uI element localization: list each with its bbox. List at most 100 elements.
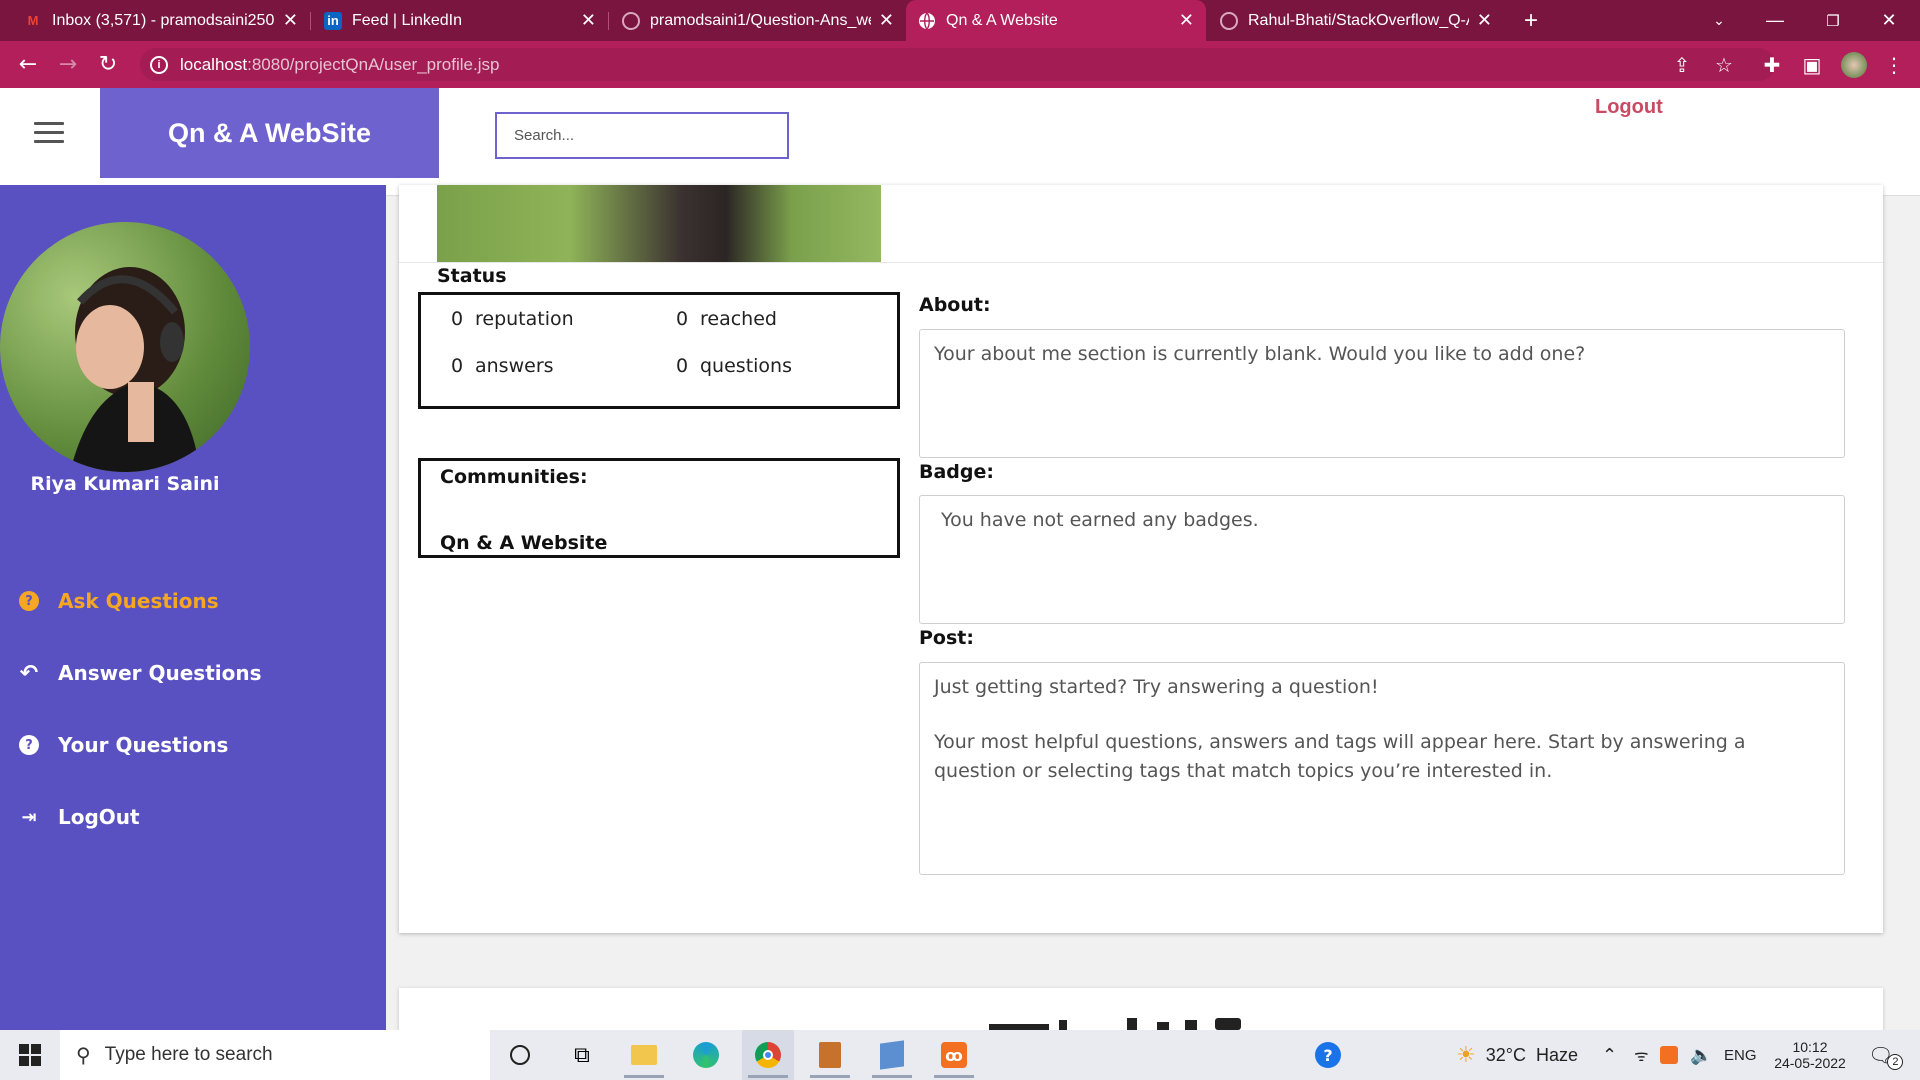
logout-link[interactable]: Logout bbox=[1595, 96, 1663, 119]
post-line-1: Just getting started? Try answering a qu… bbox=[934, 676, 1379, 698]
stat-value: 0 bbox=[676, 308, 689, 330]
language-indicator[interactable]: ENG bbox=[1724, 1030, 1757, 1080]
post-textbox[interactable]: Just getting started? Try answering a qu… bbox=[919, 662, 1845, 875]
bookmark-star-icon[interactable]: ☆ bbox=[1706, 41, 1742, 88]
sidebar-item-logout[interactable]: ⇥ LogOut bbox=[18, 805, 140, 829]
sidebar-item-label: Your Questions bbox=[58, 733, 229, 757]
sign-out-icon: ⇥ bbox=[21, 806, 37, 828]
github-icon bbox=[622, 11, 640, 30]
weather-widget[interactable]: ☀ 32°C Haze bbox=[1456, 1030, 1578, 1080]
browser-menu-icon[interactable]: ⋮ bbox=[1876, 41, 1912, 88]
clock-time: 10:12 bbox=[1792, 1039, 1828, 1055]
profile-avatar[interactable] bbox=[1836, 41, 1872, 88]
taskbar-search-placeholder: Type here to search bbox=[104, 1044, 273, 1065]
weather-text: 32°C Haze bbox=[1485, 1044, 1578, 1065]
sidebar-item-label: LogOut bbox=[58, 805, 140, 829]
url-host: localhost bbox=[180, 54, 248, 74]
linkedin-icon: in bbox=[324, 11, 342, 30]
close-icon[interactable]: ✕ bbox=[581, 10, 596, 31]
taskbar-search[interactable]: ⚲ Type here to search bbox=[60, 1030, 490, 1080]
clock-date: 24-05-2022 bbox=[1774, 1055, 1846, 1071]
tab-github-stackoverflow[interactable]: Rahul-Bhati/StackOverflow_Q-A_ ✕ bbox=[1208, 0, 1504, 41]
post-title: Post: bbox=[919, 627, 974, 649]
site-brand[interactable]: Qn & A WebSite bbox=[100, 88, 439, 178]
badge-title: Badge: bbox=[919, 461, 994, 483]
back-button[interactable]: ← bbox=[8, 41, 48, 88]
xampp-icon[interactable]: ꝏ bbox=[928, 1030, 980, 1080]
chrome-icon[interactable] bbox=[742, 1030, 794, 1080]
help-icon[interactable]: ? bbox=[1302, 1030, 1354, 1080]
community-item[interactable]: Qn & A Website bbox=[440, 532, 607, 554]
windows-start-icon[interactable] bbox=[0, 1030, 60, 1080]
tab-label: Feed | LinkedIn bbox=[352, 11, 463, 29]
notification-center[interactable]: 🗨 2 bbox=[1868, 1030, 1904, 1080]
communities-title: Communities: bbox=[440, 466, 588, 488]
close-icon[interactable]: ✕ bbox=[879, 10, 894, 31]
stat-label: questions bbox=[700, 355, 792, 377]
stat-label: reputation bbox=[475, 308, 574, 330]
sidebar-item-label: Answer Questions bbox=[58, 661, 262, 685]
search-input[interactable] bbox=[495, 112, 789, 159]
tab-label: Rahul-Bhati/StackOverflow_Q-A_ bbox=[1248, 11, 1469, 29]
share-icon[interactable]: ⇪ bbox=[1664, 41, 1700, 88]
tab-gmail[interactable]: M Inbox (3,571) - pramodsaini2506 ✕ bbox=[12, 0, 310, 41]
file-explorer-icon[interactable] bbox=[618, 1030, 670, 1080]
sidebar-item-your-questions[interactable]: ? Your Questions bbox=[18, 733, 228, 757]
extensions-icon[interactable]: ✚ bbox=[1754, 41, 1790, 88]
globe-icon bbox=[918, 12, 936, 30]
sidebar-item-ask-questions[interactable]: ? Ask Questions bbox=[18, 589, 219, 613]
edge-icon[interactable] bbox=[680, 1030, 732, 1080]
hamburger-menu-icon[interactable] bbox=[34, 122, 64, 146]
document-app-icon[interactable] bbox=[804, 1030, 856, 1080]
url-path: :8080/projectQnA/user_profile.jsp bbox=[247, 54, 500, 74]
status-box: 0 reputation 0 reached 0 answers 0 quest… bbox=[418, 292, 900, 409]
volume-icon[interactable]: 🔈 bbox=[1690, 1030, 1712, 1080]
browser-toolbar: ← → ↻ i localhost:8080/projectQnA/user_p… bbox=[0, 41, 1920, 88]
forward-button[interactable]: → bbox=[48, 41, 88, 88]
footer-card bbox=[399, 988, 1883, 1030]
stat-label: reached bbox=[700, 308, 777, 330]
close-icon[interactable]: ✕ bbox=[1179, 10, 1194, 31]
communities-box: Communities: Qn & A Website bbox=[418, 458, 900, 558]
search-icon: ⚲ bbox=[76, 1044, 91, 1067]
xampp-tray-icon[interactable] bbox=[1660, 1030, 1678, 1080]
side-panel-icon[interactable]: ▣ bbox=[1794, 41, 1830, 88]
new-tab-button[interactable]: + bbox=[1508, 0, 1554, 41]
browser-tab-strip: M Inbox (3,571) - pramodsaini2506 ✕ in F… bbox=[0, 0, 1920, 41]
clock[interactable]: 10:12 24-05-2022 bbox=[1770, 1030, 1850, 1080]
tab-linkedin[interactable]: in Feed | LinkedIn ✕ bbox=[312, 0, 608, 41]
tab-search-chevron-icon[interactable]: ⌄ bbox=[1696, 0, 1742, 41]
wifi-icon[interactable]: ᯤ bbox=[1634, 1030, 1649, 1080]
footer-social-icons bbox=[989, 1018, 1241, 1030]
tab-qna-website[interactable]: Qn & A Website ✕ bbox=[906, 0, 1206, 41]
about-textbox[interactable]: Your about me section is currently blank… bbox=[919, 329, 1845, 458]
stat-value: 0 bbox=[451, 355, 464, 377]
stat-value: 0 bbox=[676, 355, 689, 377]
virtualbox-icon[interactable] bbox=[866, 1030, 918, 1080]
tab-github-question-ans[interactable]: pramodsaini1/Question-Ans_web ✕ bbox=[610, 0, 906, 41]
restore-button[interactable]: ❐ bbox=[1810, 0, 1856, 41]
tab-label: pramodsaini1/Question-Ans_web bbox=[650, 11, 871, 29]
question-circle-icon: ? bbox=[18, 734, 40, 756]
reload-button[interactable]: ↻ bbox=[88, 41, 128, 88]
post-line-2: Your most helpful questions, answers and… bbox=[934, 731, 1746, 782]
question-circle-icon: ? bbox=[18, 590, 40, 612]
user-name: Riya Kumari Saini bbox=[30, 473, 220, 495]
minimize-button[interactable]: — bbox=[1752, 0, 1798, 41]
close-window-button[interactable]: ✕ bbox=[1866, 0, 1912, 41]
close-icon[interactable]: ✕ bbox=[283, 10, 298, 31]
sidebar-item-answer-questions[interactable]: ↶ Answer Questions bbox=[18, 661, 262, 686]
sidebar-item-label: Ask Questions bbox=[58, 589, 219, 613]
profile-cover-photo bbox=[437, 185, 881, 262]
close-icon[interactable]: ✕ bbox=[1477, 10, 1492, 31]
chevron-up-icon[interactable]: ⌃ bbox=[1602, 1030, 1617, 1080]
stat-value: 0 bbox=[451, 308, 464, 330]
cortana-icon[interactable] bbox=[494, 1030, 546, 1080]
gmail-icon: M bbox=[27, 13, 39, 28]
badge-textbox[interactable]: You have not earned any badges. bbox=[919, 495, 1845, 624]
task-view-icon[interactable]: ⧉ bbox=[556, 1030, 608, 1080]
info-icon[interactable]: i bbox=[150, 55, 168, 74]
address-bar[interactable]: i localhost:8080/projectQnA/user_profile… bbox=[140, 48, 1775, 81]
user-avatar bbox=[0, 222, 250, 472]
divider bbox=[399, 262, 1883, 263]
